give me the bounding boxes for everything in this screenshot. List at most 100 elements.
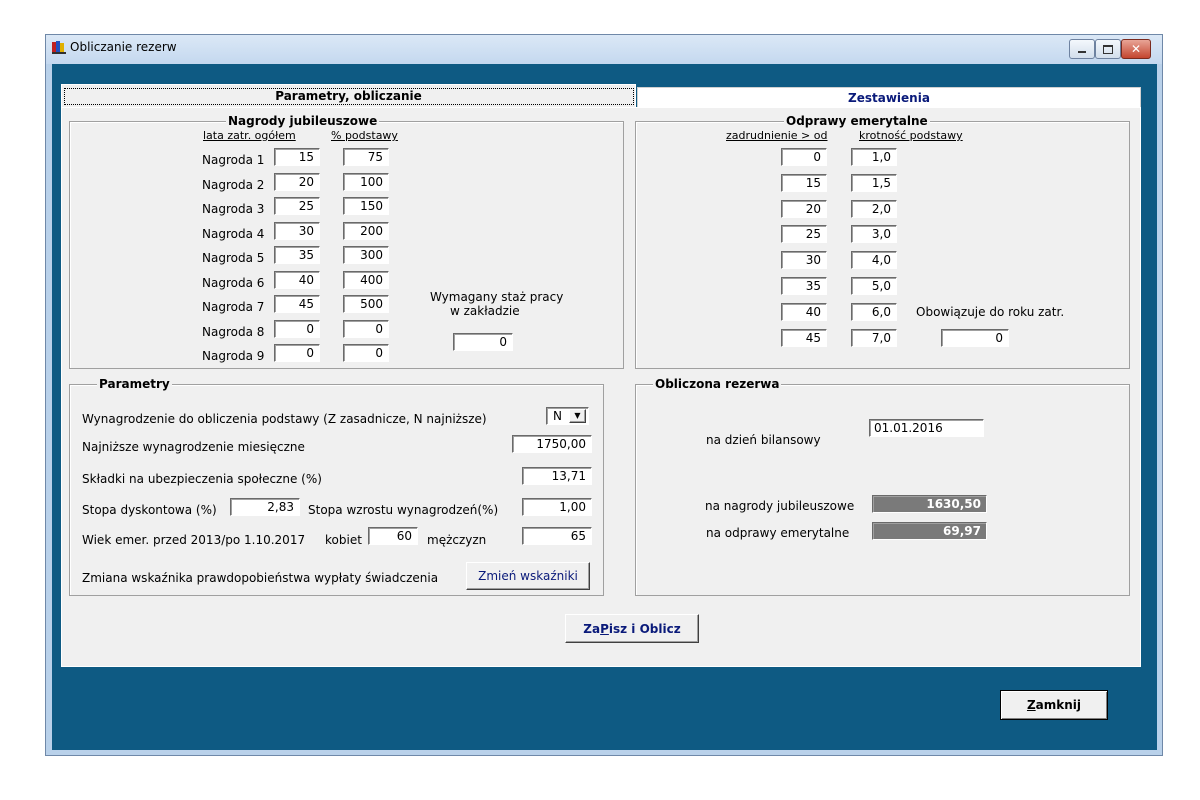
- tab-summary[interactable]: Zestawienia: [637, 87, 1141, 107]
- men-age-field[interactable]: 65: [522, 527, 592, 545]
- jubilee-percent-field[interactable]: 300: [343, 246, 389, 264]
- minimize-icon: [1078, 51, 1086, 53]
- jubilee-percent-field[interactable]: 0: [343, 344, 389, 362]
- social-insurance-field[interactable]: 13,71: [522, 467, 592, 485]
- jubilee-years-field[interactable]: 0: [274, 344, 320, 362]
- required-service-label-1: Wymagany staż pracy: [430, 290, 564, 304]
- jubilee-percent-field[interactable]: 500: [343, 295, 389, 313]
- jubilee-row-label: Nagroda 9: [202, 349, 265, 363]
- severance-from-field[interactable]: 25: [781, 225, 827, 244]
- jubilee-percent-field[interactable]: 150: [343, 197, 389, 215]
- balance-date-label: na dzień bilansowy: [706, 433, 821, 447]
- required-service-label-2: w zakładzie: [450, 304, 520, 318]
- jubilee-row-label: Nagroda 6: [202, 275, 265, 290]
- jubilee-row-label: Nagroda 1: [202, 153, 265, 167]
- balance-date-field[interactable]: 01.01.2016: [869, 419, 984, 437]
- save-label-pre: Za: [583, 621, 601, 636]
- valid-until-field[interactable]: 0: [941, 329, 1009, 347]
- change-indicators-button[interactable]: Zmień wskaźniki: [466, 562, 590, 590]
- jubilee-years-field[interactable]: 40: [274, 270, 320, 289]
- close-label-hotkey: Z: [1026, 698, 1036, 712]
- jubilee-row-label: Nagroda 7: [202, 300, 265, 314]
- tab-parameters[interactable]: Parametry, obliczanie: [61, 84, 636, 107]
- severance-from-field[interactable]: 15: [781, 173, 827, 192]
- required-service-field[interactable]: 0: [453, 333, 513, 351]
- jubilee-row-label: Nagroda 5: [202, 251, 265, 265]
- jubilee-col-percent: % podstawy: [331, 129, 398, 142]
- severance-from-field[interactable]: 30: [781, 251, 827, 270]
- wage-growth-field[interactable]: 1,00: [522, 498, 592, 516]
- dropdown-arrow-icon[interactable]: ▼: [569, 409, 586, 423]
- app-books-icon: [52, 40, 66, 54]
- window-title: Obliczanie rezerw: [70, 40, 177, 54]
- jubilee-col-years: lata zatr. ogółem: [203, 129, 296, 142]
- close-button[interactable]: Zamknij: [1000, 690, 1108, 720]
- save-label-post: isz i Oblicz: [608, 621, 681, 636]
- severance-multiple-field[interactable]: 4,0: [851, 251, 897, 270]
- severance-col-employment: zadrudnienie > od: [726, 129, 828, 142]
- severance-multiple-field[interactable]: 1,5: [851, 173, 897, 192]
- women-age-field[interactable]: 60: [368, 527, 418, 545]
- jubilee-years-field[interactable]: 45: [274, 295, 320, 313]
- discount-rate-field[interactable]: 2,83: [230, 498, 300, 516]
- wage-basis-select[interactable]: N ▼: [546, 407, 589, 425]
- close-label-post: amknij: [1035, 698, 1082, 712]
- tab-parameters-label: Parametry, obliczanie: [63, 87, 634, 105]
- jubilee-percent-field[interactable]: 100: [343, 172, 389, 191]
- jubilee-years-field[interactable]: 0: [274, 319, 320, 338]
- severance-multiple-field[interactable]: 3,0: [851, 225, 897, 244]
- women-label: kobiet: [325, 533, 362, 547]
- severance-multiple-field[interactable]: 1,0: [851, 148, 897, 166]
- save-and-calculate-button[interactable]: Za Pisz i Oblicz: [565, 614, 699, 643]
- severance-from-field[interactable]: 45: [781, 328, 827, 347]
- severance-from-field[interactable]: 40: [781, 302, 827, 321]
- title-bar[interactable]: [46, 35, 1162, 64]
- maximize-button[interactable]: [1095, 39, 1121, 59]
- men-label: mężczyzn: [427, 533, 487, 547]
- jubilee-reserve-label: na nagrody jubileuszowe: [705, 499, 855, 513]
- wage-basis-value: N: [553, 409, 562, 423]
- severance-group-title: Odprawy emerytalne: [784, 114, 930, 128]
- reserve-group: [635, 384, 1130, 596]
- jubilee-group-title: Nagrody jubileuszowe: [226, 114, 380, 128]
- jubilee-row-label: Nagroda 3: [202, 202, 265, 216]
- wage-basis-label: Wynagrodzenie do obliczenia podstawy (Z …: [82, 412, 487, 426]
- severance-from-field[interactable]: 35: [781, 277, 827, 295]
- jubilee-years-field[interactable]: 35: [274, 246, 320, 264]
- jubilee-percent-field[interactable]: 75: [343, 148, 389, 166]
- min-wage-label: Najniższe wynagrodzenie miesięczne: [82, 440, 305, 454]
- severance-multiple-field[interactable]: 6,0: [851, 302, 897, 321]
- severance-multiple-field[interactable]: 2,0: [851, 199, 897, 218]
- minimize-button[interactable]: [1069, 39, 1095, 59]
- severance-reserve-label: na odprawy emerytalne: [706, 526, 850, 540]
- severance-reserve-value: 69,97: [872, 522, 987, 540]
- reserve-group-title: Obliczona rezerwa: [653, 377, 782, 391]
- min-wage-field[interactable]: 1750,00: [512, 435, 592, 453]
- jubilee-reserve-value: 1630,50: [872, 495, 987, 513]
- probability-change-label: Zmiana wskaźnika prawdopobieństwa wypłat…: [82, 571, 439, 585]
- jubilee-percent-field[interactable]: 0: [343, 319, 389, 338]
- jubilee-years-field[interactable]: 30: [274, 221, 320, 240]
- jubilee-row-label: Nagroda 2: [202, 177, 265, 192]
- jubilee-percent-field[interactable]: 200: [343, 221, 389, 240]
- maximize-icon: [1103, 44, 1113, 54]
- params-group-title: Parametry: [97, 377, 172, 391]
- severance-multiple-field[interactable]: 5,0: [851, 277, 897, 295]
- jubilee-years-field[interactable]: 25: [274, 197, 320, 215]
- wage-growth-label: Stopa wzrostu wynagrodzeń(%): [308, 503, 499, 517]
- severance-from-field[interactable]: 20: [781, 199, 827, 218]
- jubilee-row-label: Nagroda 4: [202, 226, 265, 241]
- close-icon: ✕: [1130, 42, 1142, 56]
- severance-from-field[interactable]: 0: [781, 148, 827, 166]
- retirement-age-label: Wiek emer. przed 2013/po 1.10.2017: [82, 533, 306, 547]
- valid-until-label: Obowiązuje do roku zatr.: [916, 305, 1065, 319]
- severance-multiple-field[interactable]: 7,0: [851, 328, 897, 347]
- jubilee-years-field[interactable]: 20: [274, 172, 320, 191]
- jubilee-years-field[interactable]: 15: [274, 148, 320, 166]
- severance-col-multiple: krotność podstawy: [859, 129, 963, 142]
- jubilee-percent-field[interactable]: 400: [343, 270, 389, 289]
- save-label-hotkey: P: [600, 621, 609, 636]
- close-window-button[interactable]: ✕: [1121, 39, 1151, 59]
- discount-rate-label: Stopa dyskontowa (%): [82, 503, 217, 517]
- social-insurance-label: Składki na ubezpieczenia społeczne (%): [82, 472, 322, 486]
